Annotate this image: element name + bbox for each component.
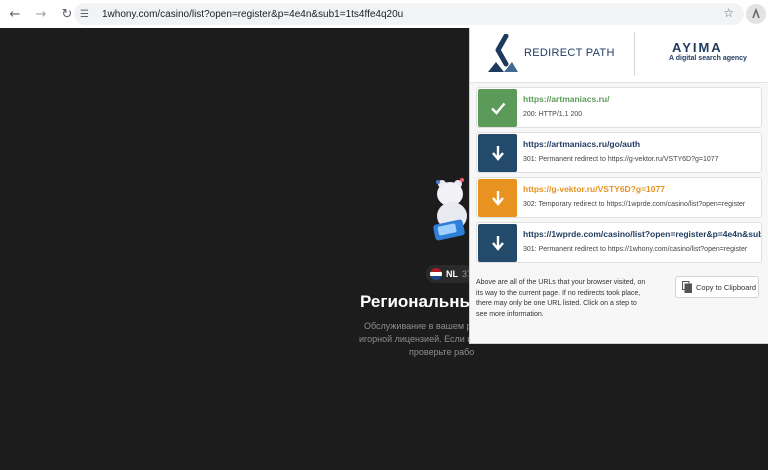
step-status: 301: Permanent redirect to https://1whon… xyxy=(523,246,748,253)
redirect-step-2[interactable]: https://artmaniacs.ru/go/auth 301: Perma… xyxy=(476,132,762,173)
copy-to-clipboard-button[interactable]: Copy to Clipboard xyxy=(675,276,759,298)
forward-arrow-icon[interactable]: → xyxy=(30,3,52,25)
header-divider xyxy=(634,32,635,76)
step-status: 200: HTTP/1.1 200 xyxy=(523,111,583,118)
step-url: https://g-vektor.ru/VSTY6D?g=1077 xyxy=(523,184,665,194)
back-arrow-icon[interactable]: ← xyxy=(4,3,26,25)
agency-tagline: A digital search agency xyxy=(669,55,747,62)
clipboard-icon xyxy=(682,281,692,293)
netherlands-flag-icon xyxy=(430,268,442,280)
address-bar[interactable]: ☰ 1whony.com/casino/list?open=register&p… xyxy=(74,3,744,25)
hero-text-line-1: Обслуживание в вашем ре xyxy=(364,321,477,331)
footer-explanation: Above are all of the URLs that your brow… xyxy=(476,279,646,318)
url-text[interactable]: 1whony.com/casino/list?open=register&p=4… xyxy=(102,9,403,20)
step-url: https://artmaniacs.ru/go/auth xyxy=(523,139,641,149)
arrow-down-icon xyxy=(478,224,517,262)
redirect-step-4[interactable]: https://1wprde.com/casino/list?open=regi… xyxy=(476,222,762,263)
step-url: https://artmaniacs.ru/ xyxy=(523,94,610,104)
step-url: https://1wprde.com/casino/list?open=regi… xyxy=(523,229,762,239)
step-status: 301: Permanent redirect to https://g-vek… xyxy=(523,156,719,163)
hero-title: Региональные xyxy=(360,292,484,311)
check-icon xyxy=(478,89,517,127)
redirect-path-popup: REDIRECT PATH AYIMA A digital search age… xyxy=(469,28,768,344)
country-code: NL xyxy=(446,269,458,279)
agency-logo[interactable]: AYIMA xyxy=(672,40,723,55)
redirect-step-1[interactable]: https://artmaniacs.ru/ 200: HTTP/1.1 200 xyxy=(476,87,762,128)
redirect-step-3[interactable]: https://g-vektor.ru/VSTY6D?g=1077 302: T… xyxy=(476,177,762,218)
hero-text-line-2: игорной лицензией. Если ва xyxy=(359,334,477,344)
browser-toolbar: ← → ↻ ☰ 1whony.com/casino/list?open=regi… xyxy=(0,0,768,28)
arrow-down-icon xyxy=(478,134,517,172)
country-badge: NL 37 xyxy=(426,265,474,283)
arrow-down-icon xyxy=(478,179,517,217)
redirect-path-logo-icon xyxy=(752,8,760,19)
redirect-path-extension-button[interactable] xyxy=(746,4,766,24)
copy-button-label: Copy to Clipboard xyxy=(696,282,757,292)
hero-text-line-3: проверьте рабо xyxy=(409,347,475,357)
redirect-path-logo-icon xyxy=(488,34,518,72)
bear-mascot-image xyxy=(433,178,467,241)
step-status: 302: Temporary redirect to https://1wprd… xyxy=(523,201,746,208)
brand-name: REDIRECT PATH xyxy=(524,47,615,59)
popup-header: REDIRECT PATH AYIMA A digital search age… xyxy=(470,28,768,83)
site-info-icon[interactable]: ☰ xyxy=(80,9,100,20)
bookmark-star-icon[interactable]: ☆ xyxy=(723,6,734,20)
